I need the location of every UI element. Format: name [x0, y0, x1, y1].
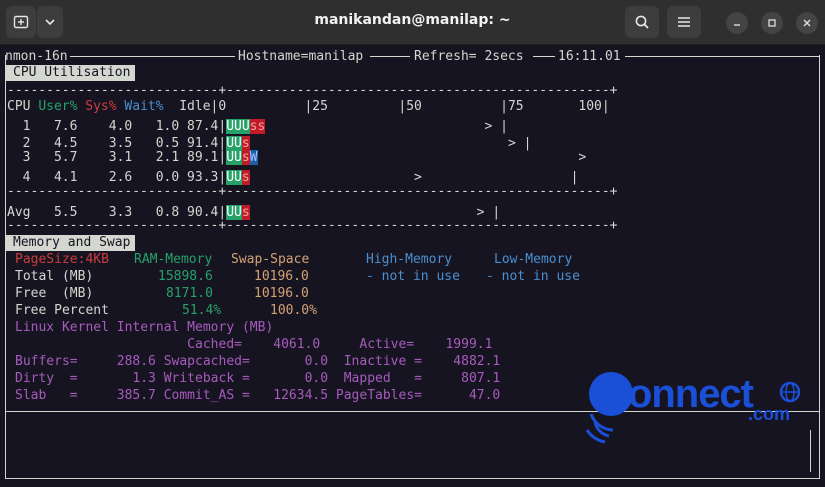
memory-free-swap: 10196.0: [254, 286, 309, 301]
cpu-avg-row: Avg 5.5 3.3 0.8 90.4|UUs > |: [7, 205, 501, 220]
memory-total-ram: 15898.6: [158, 269, 213, 284]
minimize-button[interactable]: [726, 12, 748, 34]
kernel-line-buffers: Buffers= 288.6 Swapcached= 0.0 Inactive …: [15, 354, 501, 369]
cpu-user-bar: UU: [226, 150, 242, 165]
window-title: manikandan@manilap: ~: [314, 12, 511, 28]
memory-free-label: Free (MB): [15, 286, 94, 301]
cpu-col-wait: Wait%: [124, 99, 164, 114]
main-menu-button[interactable]: [667, 6, 701, 38]
cpu-idle: 89.1: [179, 150, 219, 165]
kernel-memory-title: Linux Kernel Internal Memory (MB): [15, 320, 274, 335]
header-rule: [70, 56, 235, 57]
kernel-line-slab: Slab = 385.7 Commit_AS = 12634.5 PageTab…: [15, 388, 501, 403]
cpu-peak-marker: [258, 150, 579, 165]
nmon-time: 16:11.01: [558, 48, 621, 65]
header-rule: [370, 56, 410, 57]
cpu-row: 3 5.7 3.1 2.1 89.1|UUsW >: [7, 150, 587, 165]
nmon-refresh: Refresh= 2secs: [414, 48, 524, 65]
memory-free-ram: 8171.0: [166, 286, 213, 301]
memory-col-ram: RAM-Memory: [134, 252, 213, 267]
maximize-button[interactable]: [761, 12, 783, 34]
memory-section-title: Memory and Swap: [5, 235, 136, 251]
nmon-hostname: Hostname=manilap: [238, 48, 364, 65]
memory-freepct-swap: 100.0%: [270, 303, 317, 318]
cpu-row: 2 4.5 3.5 0.5 91.4|UUs > |: [7, 136, 532, 151]
cpu-row: 1 7.6 4.0 1.0 87.4|UUUss > |: [7, 119, 508, 134]
cpu-dash-line: ---------------------------+------------…: [7, 184, 618, 199]
cpu-wait: 2.1: [140, 150, 180, 165]
nmon-version: nmon-16n: [5, 48, 68, 65]
cpu-dash-line: ---------------------------+------------…: [7, 83, 618, 98]
scrollbar[interactable]: [810, 430, 811, 472]
cpu-id: 3: [7, 150, 31, 165]
memory-col-high: High-Memory: [366, 252, 453, 267]
memory-low-status: - not in use: [486, 269, 580, 284]
left-border: [5, 55, 6, 478]
cpu-col-user: User%: [38, 99, 78, 114]
header-rule: [533, 56, 555, 57]
cpu-sys: 3.1: [93, 150, 133, 165]
cpu-row: 4 4.1 2.6 0.0 93.3|UUs > |: [7, 170, 579, 185]
cpu-header: CPU User% Sys% Wait% Idle|0 |25 |50 |75 …: [7, 98, 610, 115]
cpu-scale: |0 |25 |50 |75 100|: [210, 99, 610, 114]
memory-freepct-label: Free Percent: [15, 303, 109, 318]
cpu-section-title: CPU Utilisation: [5, 65, 136, 81]
close-icon: [803, 19, 811, 27]
cpu-sys-bar: s: [241, 150, 250, 165]
logo-tld-text: .com: [748, 404, 791, 424]
cpu-row-end: >: [578, 150, 587, 165]
cpu-wait-bar: W: [249, 150, 258, 165]
close-button[interactable]: [796, 12, 818, 34]
cpu-col-cpu: CPU: [7, 99, 31, 114]
minimize-icon: [734, 24, 740, 26]
kernel-line-cached: Cached= 4061.0 Active= 1999.1: [15, 337, 493, 352]
logo-brand-text: Connect: [600, 372, 754, 416]
terminal-window: manikandan@manilap: ~ nmon-16n Hostname=…: [0, 0, 825, 487]
pagesize: PageSize:4KB: [15, 252, 109, 267]
search-icon: [635, 15, 649, 29]
memory-total-swap: 10196.0: [254, 269, 309, 284]
header-rule: [625, 56, 820, 57]
cpu-dash-line: ---------------------------+------------…: [7, 218, 618, 233]
cpu-col-idle: Idle: [179, 99, 211, 114]
title-bar: manikandan@manilap: ~: [0, 0, 825, 45]
kernel-line-dirty: Dirty = 1.3 Writeback = 0.0 Mapped = 807…: [15, 371, 501, 386]
memory-col-low: Low-Memory: [494, 252, 573, 267]
memory-total-label: Total (MB): [15, 269, 94, 284]
memory-freepct-ram: 51.4%: [182, 303, 222, 318]
search-button[interactable]: [625, 6, 659, 38]
bottom-border: [5, 478, 820, 479]
cpu-user: 5.7: [46, 150, 78, 165]
cpu-col-sys: Sys%: [85, 99, 117, 114]
memory-header: PageSize:4KB: [15, 251, 109, 268]
hamburger-menu-icon: [678, 17, 690, 27]
right-border: [819, 55, 820, 478]
maximize-icon: [768, 19, 776, 27]
memory-col-swap: Swap-Space: [231, 252, 310, 267]
memory-high-status: - not in use: [366, 269, 460, 284]
